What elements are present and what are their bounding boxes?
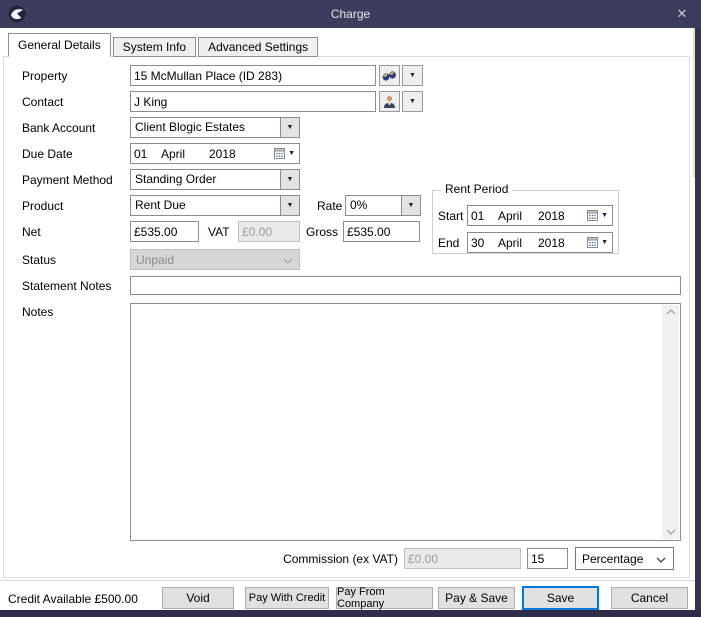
bank-account-label: Bank Account	[22, 121, 95, 135]
net-label: Net	[22, 225, 41, 239]
contact-lookup-button[interactable]	[379, 91, 400, 112]
pay-and-save-button[interactable]: Pay & Save	[438, 587, 515, 609]
tab-system-info[interactable]: System Info	[113, 37, 196, 57]
binoculars-icon	[382, 70, 397, 82]
dropdown-arrow-icon: ▼	[409, 98, 416, 105]
calendar-icon	[587, 237, 598, 248]
product-value: Rent Due	[131, 196, 280, 215]
commission-label: Commission (ex VAT)	[270, 552, 398, 566]
status-value: Unpaid	[131, 253, 283, 267]
cancel-button[interactable]: Cancel	[611, 587, 688, 609]
dropdown-arrow-icon: ▼	[601, 239, 608, 246]
statement-notes-input[interactable]	[130, 276, 681, 295]
status-combobox: Unpaid	[130, 249, 300, 270]
tab-strip: General DetailsSystem InfoAdvanced Setti…	[8, 33, 318, 57]
rent-start-label: Start	[438, 209, 463, 223]
footer-divider	[0, 580, 701, 581]
due-date-year: 2018	[209, 147, 251, 161]
rate-combobox[interactable]: 0% ▼	[345, 195, 421, 216]
chevron-down-icon	[283, 258, 293, 264]
close-icon[interactable]: ✕	[673, 6, 691, 22]
title-bar: Charge ✕	[0, 0, 701, 28]
calendar-icon	[274, 148, 285, 159]
contact-dropdown-button[interactable]: ▼	[402, 91, 423, 112]
payment-method-combobox[interactable]: Standing Order ▼	[130, 169, 300, 190]
void-button[interactable]: Void	[162, 587, 234, 609]
dropdown-arrow-icon: ▼	[288, 150, 295, 157]
tab-general-details[interactable]: General Details	[8, 33, 111, 57]
property-lookup-button[interactable]	[379, 65, 400, 86]
chevron-down-icon	[656, 557, 666, 563]
rate-label: Rate	[317, 199, 342, 213]
notes-label: Notes	[22, 305, 53, 319]
payment-method-value: Standing Order	[131, 170, 280, 189]
due-date-label: Due Date	[22, 147, 73, 161]
dropdown-arrow-icon[interactable]: ▼	[280, 196, 299, 215]
background-window-strip	[695, 28, 701, 610]
dropdown-arrow-icon[interactable]: ▼	[280, 170, 299, 189]
app-logo-icon	[8, 5, 26, 23]
rent-end-month: April	[498, 236, 538, 250]
property-input[interactable]	[130, 65, 376, 86]
tab-advanced-settings[interactable]: Advanced Settings	[198, 37, 318, 57]
save-button[interactable]: Save	[522, 586, 599, 610]
due-date-month: April	[161, 147, 209, 161]
property-dropdown-button[interactable]: ▼	[402, 65, 423, 86]
rent-start-month: April	[498, 209, 538, 223]
bank-account-value: Client Blogic Estates	[131, 118, 280, 137]
bank-account-combobox[interactable]: Client Blogic Estates ▼	[130, 117, 300, 138]
dropdown-arrow-icon: ▼	[409, 72, 416, 79]
product-combobox[interactable]: Rent Due ▼	[130, 195, 300, 216]
commission-rate-input[interactable]	[527, 548, 568, 569]
charge-dialog: Charge ✕ General DetailsSystem InfoAdvan…	[0, 0, 701, 617]
property-label: Property	[22, 69, 67, 83]
window-title: Charge	[0, 7, 701, 21]
due-date-day: 01	[131, 147, 161, 161]
dropdown-arrow-icon[interactable]: ▼	[280, 118, 299, 137]
person-icon	[383, 95, 396, 109]
commission-type-select[interactable]: Percentage	[575, 547, 674, 570]
pay-with-credit-button[interactable]: Pay With Credit	[245, 587, 329, 609]
notes-scrollbar[interactable]	[662, 305, 679, 539]
product-label: Product	[22, 199, 63, 213]
commission-amount-input	[404, 548, 521, 569]
rent-end-picker[interactable]: 30 April 2018 ▼	[467, 232, 613, 253]
dropdown-arrow-icon[interactable]: ▼	[401, 196, 420, 215]
gross-input[interactable]	[343, 221, 420, 242]
rent-end-day: 30	[468, 236, 498, 250]
vat-label: VAT	[208, 225, 230, 239]
contact-input[interactable]	[130, 91, 376, 112]
pay-from-company-button[interactable]: Pay From Company	[336, 587, 433, 609]
gross-label: Gross	[306, 225, 338, 239]
statement-notes-label: Statement Notes	[22, 279, 111, 293]
payment-method-label: Payment Method	[22, 173, 113, 187]
due-date-picker[interactable]: 01 April 2018 ▼	[130, 143, 300, 164]
vat-input	[238, 221, 300, 242]
rent-start-year: 2018	[538, 209, 572, 223]
credit-available-text: Credit Available £500.00	[8, 592, 138, 606]
rent-end-year: 2018	[538, 236, 572, 250]
commission-type-value: Percentage	[576, 552, 656, 566]
rent-start-picker[interactable]: 01 April 2018 ▼	[467, 205, 613, 226]
bottom-strip	[0, 610, 701, 617]
rent-period-legend: Rent Period	[441, 182, 512, 196]
rate-value: 0%	[346, 196, 401, 215]
status-label: Status	[22, 253, 56, 267]
dropdown-arrow-icon: ▼	[601, 212, 608, 219]
notes-textarea[interactable]	[130, 303, 681, 541]
scroll-up-icon[interactable]	[666, 309, 676, 315]
calendar-icon	[587, 210, 598, 221]
contact-label: Contact	[22, 95, 63, 109]
net-input[interactable]	[130, 221, 199, 242]
rent-start-day: 01	[468, 209, 498, 223]
rent-end-label: End	[438, 236, 459, 250]
scroll-down-icon[interactable]	[666, 529, 676, 535]
